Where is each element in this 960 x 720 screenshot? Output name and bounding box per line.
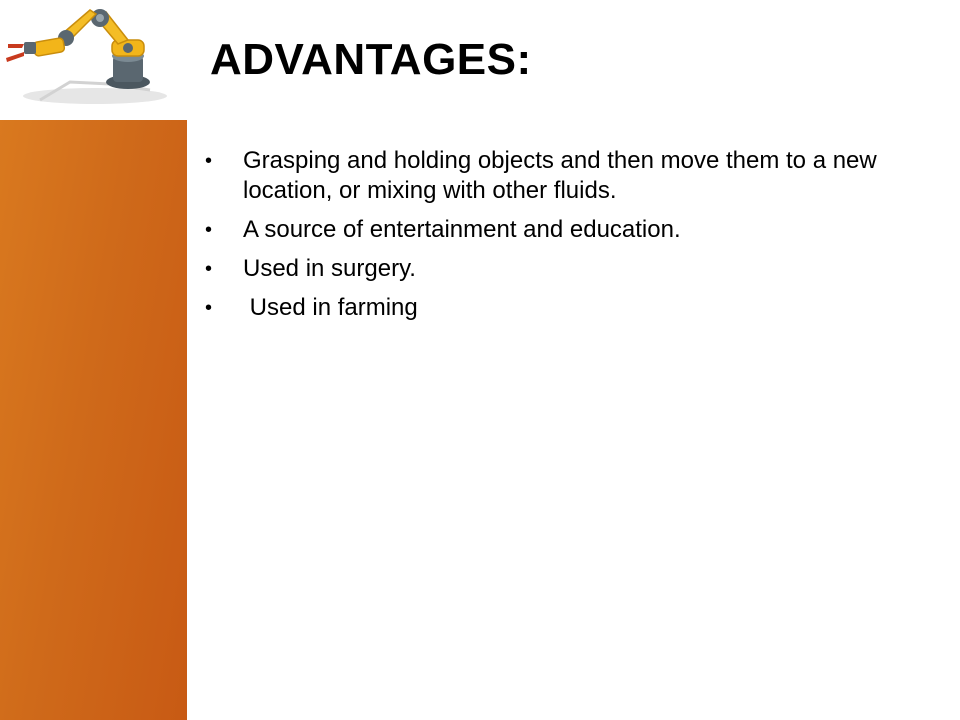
slide-title: ADVANTAGES: (210, 35, 532, 84)
bullet-text: Grasping and holding objects and then mo… (243, 147, 877, 204)
bullet-text: Used in farming (243, 294, 418, 321)
bullet-list: • Grasping and holding objects and then … (205, 146, 925, 332)
list-item: • Used in farming (205, 293, 925, 323)
bullet-icon: • (205, 258, 213, 280)
bullet-icon: • (205, 297, 213, 319)
list-item: • Grasping and holding objects and then … (205, 146, 925, 206)
list-item: • Used in surgery. (205, 254, 925, 284)
list-item: • A source of entertainment and educatio… (205, 215, 925, 245)
bullet-text: A source of entertainment and education. (243, 216, 681, 243)
slide: ADVANTAGES: • Grasping and holding objec… (0, 0, 960, 720)
bullet-text: Used in surgery. (243, 255, 416, 282)
bullet-icon: • (205, 219, 213, 241)
robot-arm-icon (6, 9, 167, 104)
bullet-icon: • (205, 150, 213, 172)
orange-side-band (0, 120, 187, 720)
